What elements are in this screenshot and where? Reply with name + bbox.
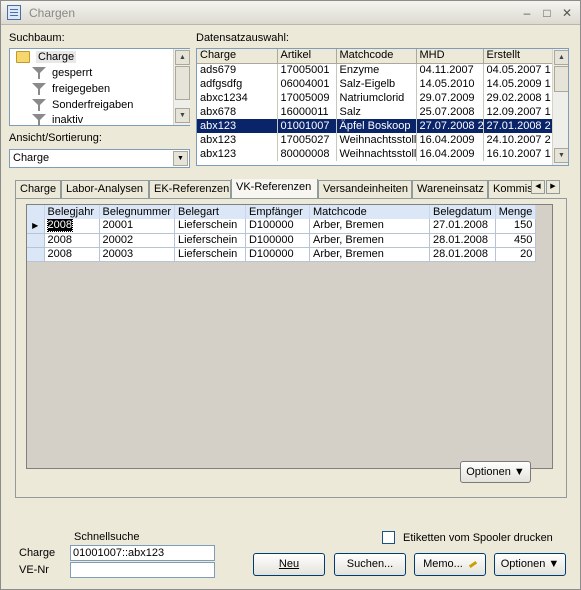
tree-item-gesperrt[interactable]: gesperrt [32, 67, 92, 83]
scroll-up-icon[interactable]: ▲ [554, 50, 568, 65]
chevron-down-icon[interactable]: ▼ [173, 151, 188, 166]
filter-icon [32, 83, 46, 96]
datensatz-scrollbar[interactable]: ▲ ▼ [552, 49, 568, 165]
charge-label: Charge [19, 547, 56, 559]
datensatz-label: Datensatzauswahl: [196, 32, 289, 44]
filter-icon [32, 67, 46, 80]
table-row[interactable]: abxc1234 17005009 Natriumclorid 29.07.2009 2… [197, 91, 554, 105]
column-header[interactable]: Belegnummer [99, 205, 175, 219]
scroll-up-icon[interactable]: ▲ [175, 50, 190, 65]
column-header[interactable]: Belegdatum [429, 205, 496, 219]
tab-labor-analysen[interactable]: Labor-Analysen [61, 180, 149, 198]
table-row[interactable]: adfgsdfg 06004001 Salz-Eigelb 14.05.2010 14.… [197, 77, 554, 91]
close-button[interactable]: ✕ [558, 4, 576, 22]
table-row[interactable]: 2008 20002 Lieferschein D100000 Arber, B… [27, 233, 537, 248]
column-header[interactable]: Menge [495, 205, 537, 219]
etiketten-checkbox[interactable] [382, 531, 395, 544]
vk-referenzen-panel: Belegjahr Belegnummer Belegart Empfänger… [15, 198, 567, 498]
column-header[interactable]: Matchcode [309, 205, 430, 219]
ansicht-label: Ansicht/Sortierung: [9, 132, 102, 144]
charge-search-input[interactable]: 01001007::abx123 [70, 545, 215, 561]
tab-scroll-left-icon[interactable]: ◀ [531, 180, 545, 194]
neu-button[interactable]: Neu [253, 553, 325, 576]
column-header[interactable]: MHD [416, 49, 484, 64]
vk-header: Belegjahr Belegnummer Belegart Empfänger… [27, 205, 537, 219]
tab-ek-referenzen[interactable]: EK-Referenzen [149, 180, 231, 198]
table-row[interactable]: abx123 17005027 Weihnachtsstolle 16.04.2009… [197, 133, 554, 147]
tree-item-freigegeben[interactable]: freigegeben [32, 83, 110, 99]
memo-pencil-icon [468, 560, 478, 568]
tab-strip: Charge Labor-Analysen EK-Referenzen VK-R… [15, 179, 545, 198]
current-row-icon: ▶ [27, 219, 45, 234]
schnellsuche-label: Schnellsuche [74, 531, 140, 543]
table-row[interactable]: ▶ 2008 20001 Lieferschein D100000 Arber,… [27, 219, 537, 234]
table-row-selected[interactable]: abx123 01001007 Äpfel Boskoop 27.07.2008 22… [197, 119, 554, 133]
folder-icon [16, 51, 30, 64]
table-row[interactable]: ads679 17005001 Enzyme 04.11.2007 04.05.2007… [197, 63, 554, 77]
table-row[interactable]: 2008 20003 Lieferschein D100000 Arber, B… [27, 247, 537, 262]
chevron-down-icon: ▼ [548, 558, 560, 570]
tab-scroll-right-icon[interactable]: ▶ [546, 180, 560, 194]
suchbaum-label: Suchbaum: [9, 32, 65, 44]
tab-versandeinheiten[interactable]: Versandeinheiten [318, 180, 412, 198]
window-title: Chargen [29, 6, 76, 20]
chevron-down-icon: ▼ [513, 466, 525, 478]
ansicht-select[interactable]: Charge ▼ [9, 149, 190, 168]
column-header[interactable]: Artikel [277, 49, 337, 64]
tab-charge[interactable]: Charge [15, 180, 61, 198]
row-indicator [27, 233, 45, 248]
tree-item-sonderfreigaben[interactable]: Sonderfreigaben [32, 99, 133, 115]
chargen-window: Chargen – □ ✕ Suchbaum: Charge gesperrt … [0, 0, 581, 590]
column-header[interactable]: Matchcode [336, 49, 417, 64]
scroll-down-icon[interactable]: ▼ [554, 148, 568, 163]
filter-icon [32, 114, 46, 126]
vk-referenzen-grid[interactable]: Belegjahr Belegnummer Belegart Empfänger… [26, 204, 553, 483]
venr-search-input[interactable] [70, 562, 215, 578]
scroll-thumb[interactable] [554, 66, 568, 92]
app-icon [7, 5, 21, 20]
column-header[interactable]: Belegart [174, 205, 246, 219]
datensatz-grid[interactable]: Charge Artikel Matchcode MHD Erstellt ad… [196, 48, 569, 166]
tree-item-charge[interactable]: Charge [16, 51, 77, 67]
tab-vk-referenzen[interactable]: VK-Referenzen [231, 179, 318, 198]
table-row[interactable]: abx678 16000011 Salz 25.07.2008 12.09.2007 1 [197, 105, 554, 119]
optionen-button[interactable]: Optionen ▼ [494, 553, 566, 576]
table-row[interactable]: abx123 80000008 Weihnachtsstolle 16.04.2009… [197, 147, 554, 161]
tree-item-inaktiv[interactable]: inaktiv [32, 114, 83, 126]
tab-wareneinsatz[interactable]: Wareneinsatz [412, 180, 488, 198]
column-header[interactable]: Erstellt [483, 49, 554, 64]
vk-optionen-button[interactable]: Optionen ▼ [460, 461, 531, 483]
minimize-button[interactable]: – [518, 4, 536, 22]
row-indicator-header [27, 205, 45, 219]
suchbaum-tree[interactable]: Charge gesperrt freigegeben Sonderfreiga… [9, 48, 190, 126]
row-indicator [27, 247, 45, 262]
scroll-thumb[interactable] [175, 66, 190, 100]
venr-label: VE-Nr [19, 564, 49, 576]
etiketten-label: Etiketten vom Spooler drucken [403, 532, 553, 544]
scroll-down-icon[interactable]: ▼ [175, 108, 190, 123]
filter-icon [32, 99, 46, 112]
column-header[interactable]: Empfänger [245, 205, 310, 219]
title-bar: Chargen – □ ✕ [1, 1, 580, 25]
maximize-button[interactable]: □ [538, 4, 556, 22]
memo-button[interactable]: Memo... [414, 553, 486, 576]
column-header[interactable]: Charge [197, 49, 278, 64]
suchen-button[interactable]: Suchen... [334, 553, 406, 576]
suchbaum-scrollbar[interactable]: ▲ ▼ [173, 49, 190, 125]
datensatz-header: Charge Artikel Matchcode MHD Erstellt [197, 49, 554, 64]
column-header[interactable]: Belegjahr [44, 205, 100, 219]
